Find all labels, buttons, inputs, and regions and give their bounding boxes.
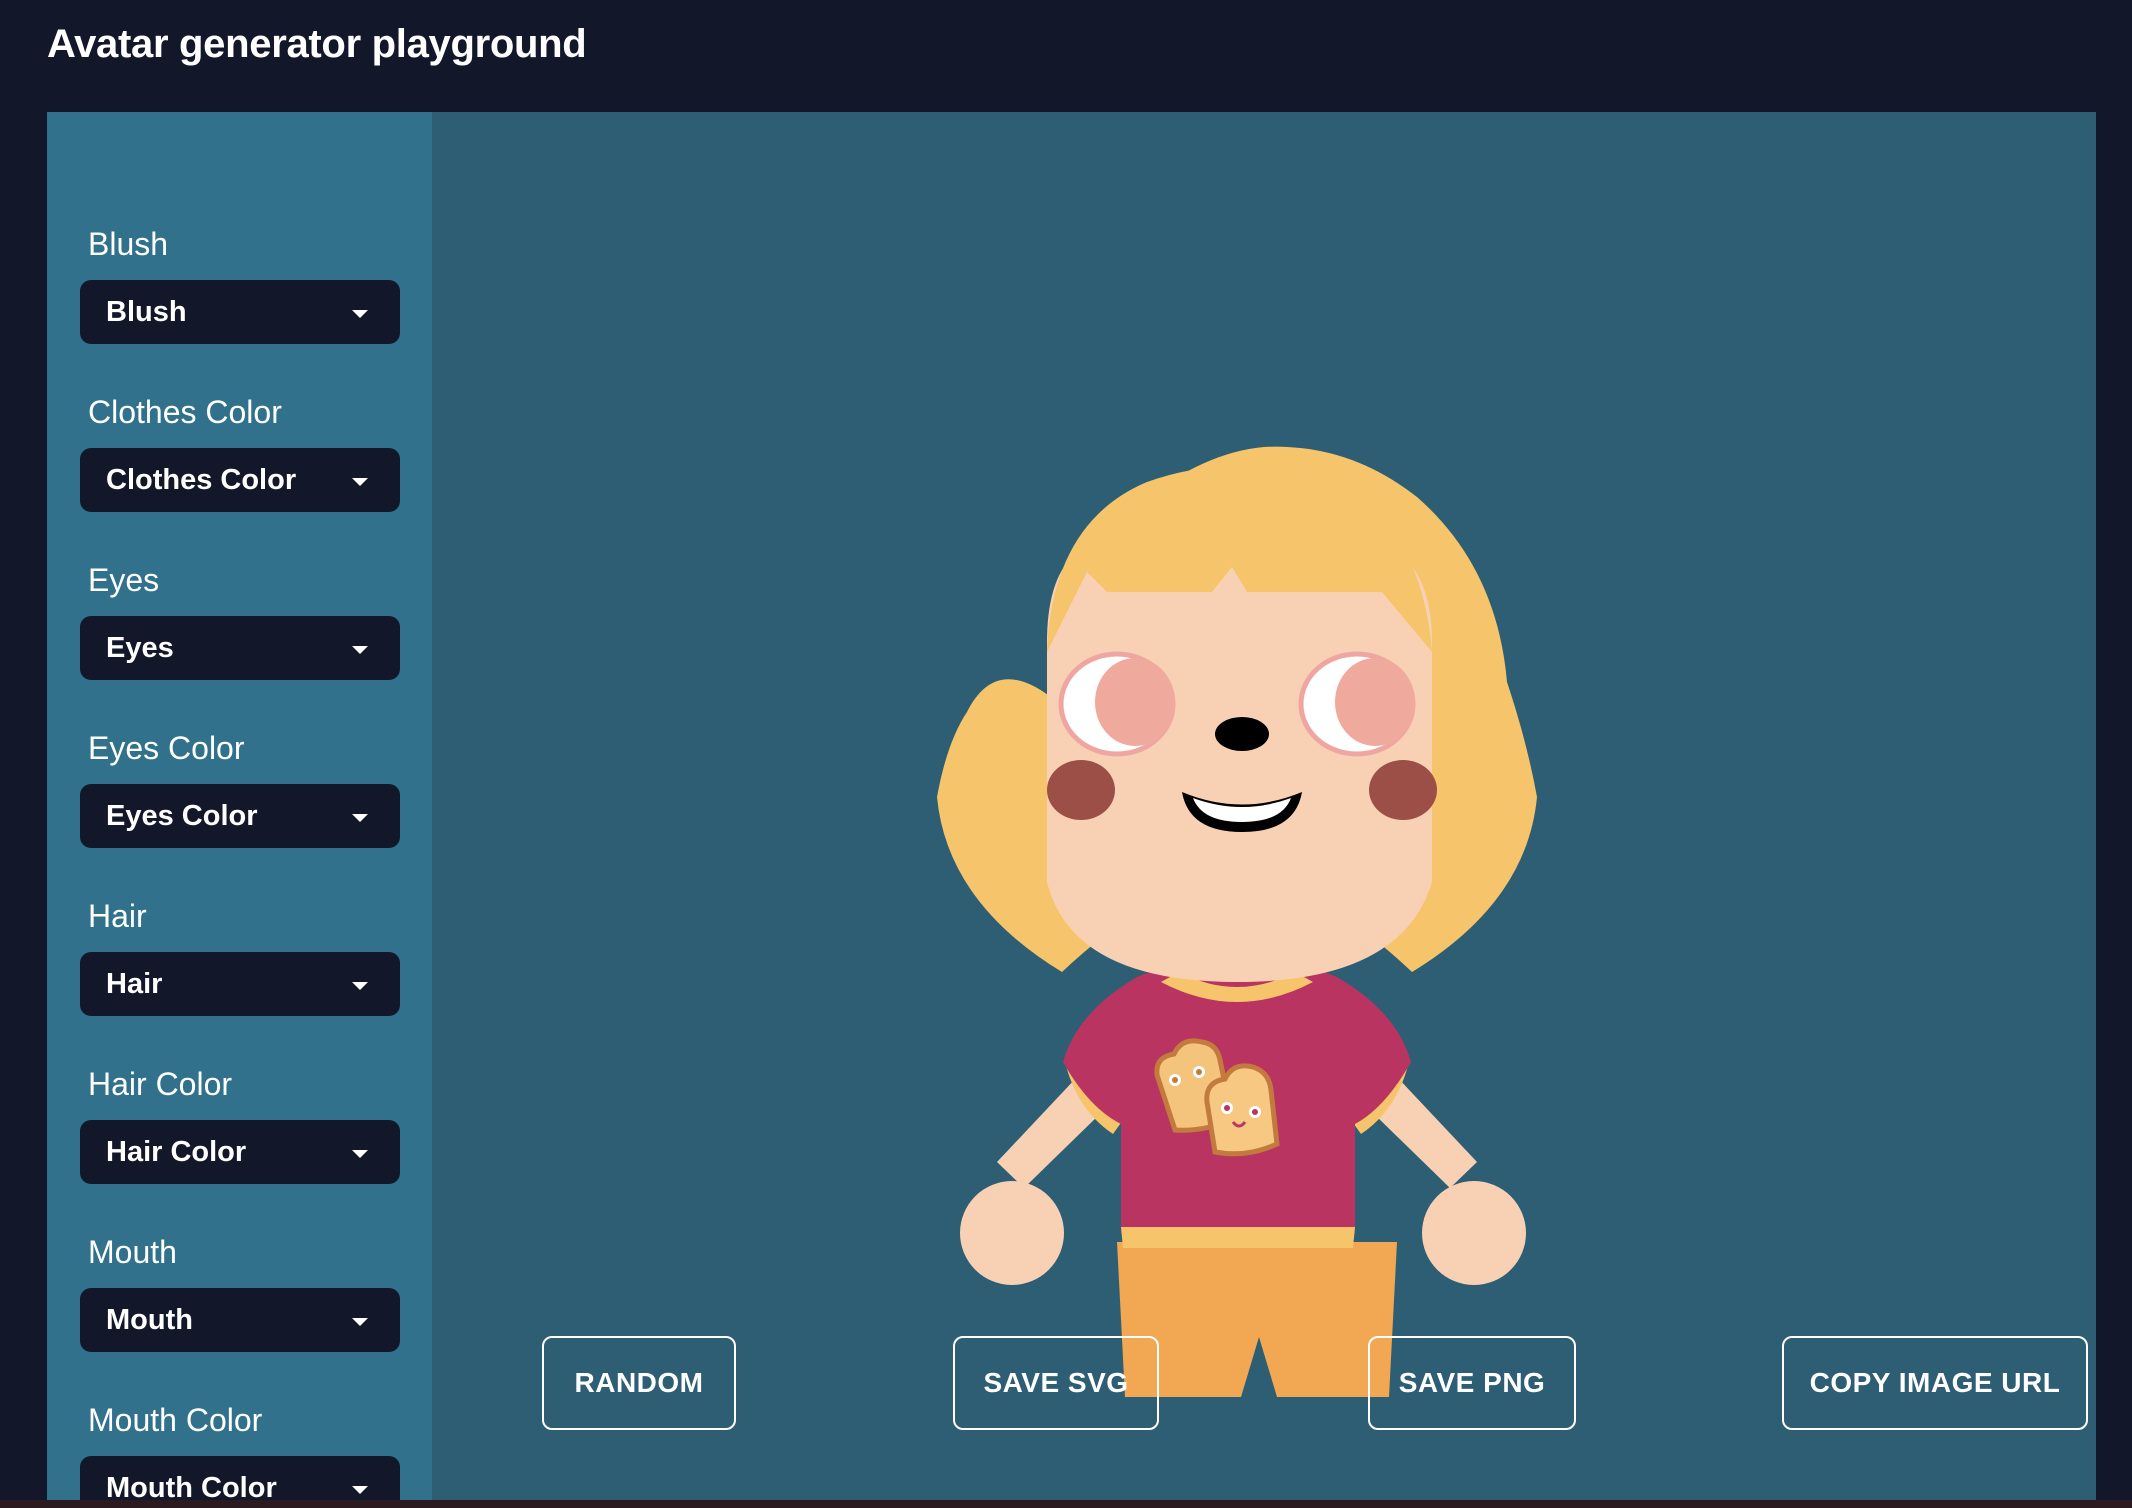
hair-color-select-value: Hair Color <box>106 1136 247 1168</box>
blush-control: Blush Blush <box>80 224 400 344</box>
eyes-color-label: Eyes Color <box>88 730 245 766</box>
caret-down-icon <box>352 646 368 654</box>
hair-label: Hair <box>88 898 147 934</box>
hair-select[interactable]: Hair <box>80 952 400 1016</box>
random-button[interactable]: RANDOM <box>542 1336 736 1430</box>
avatar-preview <box>937 446 1537 1397</box>
playground-panel: Blush Blush Clothes Color Clothes Color … <box>47 112 2096 1500</box>
avatar-pants <box>1117 1242 1397 1397</box>
mouth-select[interactable]: Mouth <box>80 1288 400 1352</box>
mouth-color-label: Mouth Color <box>88 1402 263 1438</box>
mouth-label: Mouth <box>88 1234 177 1270</box>
blush-select[interactable]: Blush <box>80 280 400 344</box>
caret-down-icon <box>352 814 368 822</box>
eyes-color-select[interactable]: Eyes Color <box>80 784 400 848</box>
caret-down-icon <box>352 478 368 486</box>
options-sidebar: Blush Blush Clothes Color Clothes Color … <box>47 112 432 1500</box>
mouth-color-select-value: Mouth Color <box>106 1472 277 1500</box>
app-title: Avatar generator playground <box>47 22 587 66</box>
clothes-color-select[interactable]: Clothes Color <box>80 448 400 512</box>
avatar-nose <box>1215 717 1269 751</box>
eyes-label: Eyes <box>88 562 160 598</box>
caret-down-icon <box>352 310 368 318</box>
mouth-control: Mouth Mouth <box>80 1232 400 1352</box>
save-png-button[interactable]: SAVE PNG <box>1368 1336 1576 1430</box>
caret-down-icon <box>352 1150 368 1158</box>
hair-color-control: Hair Color Hair Color <box>80 1064 400 1184</box>
taskbar-strip <box>0 1500 2132 1508</box>
eyes-color-select-value: Eyes Color <box>106 800 258 832</box>
clothes-color-select-value: Clothes Color <box>106 464 297 496</box>
eyes-select[interactable]: Eyes <box>80 616 400 680</box>
blush-select-value: Blush <box>106 296 187 328</box>
hair-control: Hair Hair <box>80 896 400 1016</box>
mouth-select-value: Mouth <box>106 1304 193 1336</box>
hair-color-label: Hair Color <box>88 1066 233 1102</box>
caret-down-icon <box>352 1486 368 1494</box>
copy-image-url-button[interactable]: COPY IMAGE URL <box>1782 1336 2088 1430</box>
clothes-color-control: Clothes Color Clothes Color <box>80 392 400 512</box>
avatar-stage: RANDOM SAVE SVG SAVE PNG COPY IMAGE URL <box>432 112 2096 1500</box>
eyes-control: Eyes Eyes <box>80 560 400 680</box>
mouth-color-control: Mouth Color Mouth Color <box>80 1400 400 1500</box>
eyes-color-control: Eyes Color Eyes Color <box>80 728 400 848</box>
hair-color-select[interactable]: Hair Color <box>80 1120 400 1184</box>
caret-down-icon <box>352 982 368 990</box>
clothes-color-label: Clothes Color <box>88 394 282 430</box>
hair-select-value: Hair <box>106 968 163 1000</box>
eyes-select-value: Eyes <box>106 632 174 664</box>
save-svg-button[interactable]: SAVE SVG <box>953 1336 1159 1430</box>
avatar-face <box>1047 552 1432 982</box>
blush-label: Blush <box>88 226 169 262</box>
caret-down-icon <box>352 1318 368 1326</box>
mouth-color-select[interactable]: Mouth Color <box>80 1456 400 1500</box>
